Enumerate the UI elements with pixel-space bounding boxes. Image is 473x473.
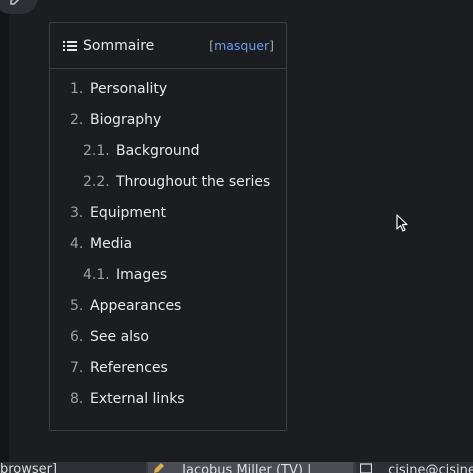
page: Sommaire [masquer] 1. Personality 2. Biogra… — [0, 0, 473, 473]
toc-item-number: 2.1. — [83, 143, 110, 159]
toc-item[interactable]: 5. Appearances — [70, 296, 181, 316]
toc-header: Sommaire [masquer] — [50, 23, 286, 69]
side-strip — [0, 0, 9, 462]
toc-item[interactable]: 4.1. Images — [83, 265, 167, 285]
pencil-icon — [152, 462, 168, 473]
toc-item[interactable]: 3. Equipment — [70, 203, 166, 223]
toc-item-number: 3. — [70, 205, 84, 221]
taskbar-item-editor[interactable]: Jacobus Miller (TV) | — [148, 462, 353, 473]
toc-item-label: Images — [116, 267, 168, 283]
toc-item[interactable]: 2.2. Throughout the series — [83, 172, 270, 192]
toc-item[interactable]: 2. Biography — [70, 110, 161, 130]
toc-item[interactable]: 8. External links — [70, 389, 185, 409]
toc-item-label: Background — [116, 143, 200, 159]
toc-item[interactable]: 1. Personality — [70, 79, 167, 99]
toc-item[interactable]: 7. References — [70, 358, 168, 378]
toc-item[interactable]: 4. Media — [70, 234, 132, 254]
toc-item-number: 7. — [70, 360, 84, 376]
taskbar-item-terminal[interactable]: cjsine@cjsine — [356, 462, 473, 473]
edit-icon — [9, 0, 23, 10]
toc-item-number: 8. — [70, 391, 84, 407]
toc-item-number: 4. — [70, 236, 84, 252]
taskbar-item-label: cjsine@cjsine — [388, 463, 473, 473]
toc-item-number: 6. — [70, 329, 84, 345]
toc-item-label: External links — [90, 391, 185, 407]
mouse-pointer-icon — [396, 214, 408, 234]
taskbar-item-browser[interactable]: browser] — [0, 462, 146, 473]
toc-item-label: See also — [90, 329, 149, 345]
toc-title: Sommaire — [83, 37, 155, 54]
toc-item-label: Media — [90, 236, 133, 252]
toc-item-label: References — [90, 360, 168, 376]
toc-hide-link[interactable]: masquer — [214, 38, 269, 53]
terminal-icon — [359, 462, 374, 473]
toc-item-number: 2.2. — [83, 174, 110, 190]
taskbar-item-label: browser] — [0, 462, 58, 473]
toc-item-number: 5. — [70, 298, 84, 314]
toc-item-label: Biography — [90, 112, 162, 128]
toc-item[interactable]: 6. See also — [70, 327, 149, 347]
toc-toggle-close-bracket: ] — [269, 38, 274, 53]
toc-toggle: [masquer] — [209, 38, 274, 53]
table-of-contents: Sommaire [masquer] 1. Personality 2. Biogra… — [49, 22, 287, 431]
list-icon — [63, 40, 77, 52]
toc-item[interactable]: 2.1. Background — [83, 141, 200, 161]
toc-item-label: Equipment — [90, 205, 166, 221]
toc-item-label: Appearances — [90, 298, 182, 314]
toc-item-label: Personality — [90, 81, 168, 97]
taskbar-item-label: Jacobus Miller (TV) | — [182, 463, 312, 473]
toc-item-label: Throughout the series — [116, 174, 271, 190]
toc-item-number: 1. — [70, 81, 84, 97]
edit-button[interactable] — [0, 0, 38, 14]
toc-item-number: 2. — [70, 112, 84, 128]
toc-item-number: 4.1. — [83, 267, 110, 283]
taskbar: browser] Jacobus Miller (TV) | cjsine@cj… — [0, 462, 473, 473]
